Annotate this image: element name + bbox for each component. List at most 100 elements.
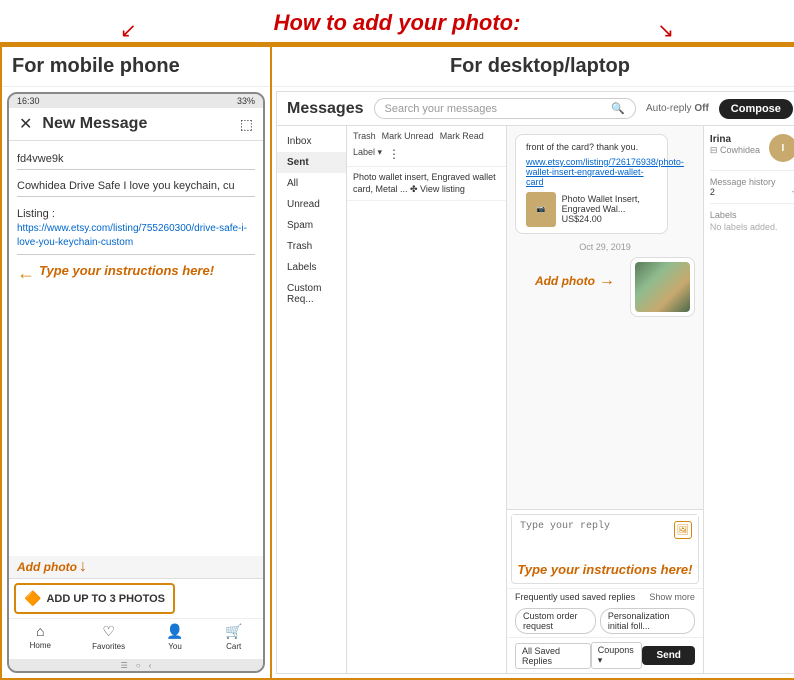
sidebar-item-trash[interactable]: Trash	[277, 236, 346, 257]
thread-messages: front of the card? thank you. www.etsy.c…	[507, 126, 703, 509]
mobile-time: 16:30	[17, 96, 40, 106]
tag-custom-order[interactable]: Custom order request	[515, 608, 596, 634]
panel-name: Irina	[710, 134, 760, 145]
header: ↙ How to add your photo: ↘	[0, 0, 794, 45]
reply-input[interactable]	[512, 515, 698, 555]
product-price: US$24.00	[562, 214, 657, 224]
compose-button[interactable]: Compose	[719, 99, 793, 119]
photo-message-area: Add photo →	[515, 257, 695, 325]
saved-replies-label: Frequently used saved replies	[515, 592, 635, 602]
mobile-content: fd4vwe9k Cowhidea Drive Safe I love you …	[9, 141, 263, 556]
all-saved-button[interactable]: All Saved Replies	[515, 643, 591, 669]
mobile-bottom-bar: 🔶 ADD UP TO 3 PHOTOS ⌂ Home ♡ Favorites	[9, 578, 263, 659]
camera-icon: 🔶	[24, 590, 41, 607]
instructions-label-right: Type your instructions here!	[517, 562, 692, 577]
heart-icon: ♡	[102, 623, 115, 640]
columns: For mobile phone 16:30 33% ✕ New Message…	[0, 45, 794, 680]
nav-favorites-label: Favorites	[92, 642, 125, 651]
mobile-status-bar: 16:30 33%	[9, 94, 263, 108]
sidebar-item-spam[interactable]: Spam	[277, 215, 346, 236]
messages-title: Messages	[287, 100, 364, 118]
nav-cart[interactable]: 🛒 Cart	[225, 623, 242, 651]
cart-icon: 🛒	[225, 623, 242, 640]
add-photo-arrow-icon: ↓	[79, 558, 87, 576]
product-card: 📷 Photo Wallet Insert, Engraved Wal... U…	[526, 192, 657, 227]
listing-link[interactable]: https://www.etsy.com/listing/755260300/d…	[17, 222, 255, 250]
message-date: Oct 29, 2019	[515, 242, 695, 252]
more-options-icon[interactable]: ⋮	[388, 147, 400, 161]
reply-box-wrapper: 🖼 Type your instructions here!	[511, 514, 699, 584]
send-button[interactable]: Send	[642, 646, 694, 665]
panel-divider-1	[710, 170, 794, 171]
recipient-value: fd4vwe9k	[17, 153, 63, 165]
message-list: Trash Mark Unread Mark Read Label ▾ ⋮ Ph…	[347, 126, 507, 673]
right-column: For desktop/laptop Messages Search your …	[272, 47, 794, 678]
product-info: Photo Wallet Insert, Engraved Wal... US$…	[562, 194, 657, 224]
tab-label[interactable]: Label ▾	[353, 147, 382, 161]
bottom-actions: All Saved Replies Coupons ▾ Send	[507, 637, 703, 673]
instructions-label-left: Type your instructions here!	[39, 263, 214, 278]
show-more-link[interactable]: Show more	[649, 592, 695, 602]
nav-you[interactable]: 👤 You	[166, 623, 183, 651]
compose-label: Compose	[731, 103, 781, 115]
mobile-home-indicator: ☰ ○ ‹	[9, 659, 263, 671]
right-panel: Irina ⊟ Cowhidea I Message history 2 +	[703, 126, 794, 673]
sidebar-item-custom[interactable]: Custom Req...	[277, 278, 346, 310]
tab-mark-read[interactable]: Mark Read	[440, 131, 484, 141]
coupons-button[interactable]: Coupons ▾	[591, 642, 643, 669]
nav-favorites[interactable]: ♡ Favorites	[92, 623, 125, 651]
menu-icon: ☰	[121, 661, 128, 670]
tab-trash[interactable]: Trash	[353, 131, 376, 141]
desktop-top-bar: Messages Search your messages 🔍 Auto-rep…	[277, 92, 794, 126]
nav-home[interactable]: ⌂ Home	[30, 623, 51, 651]
left-column: For mobile phone 16:30 33% ✕ New Message…	[2, 47, 272, 678]
recipient-field[interactable]: fd4vwe9k	[17, 149, 255, 170]
share-icon: ⬚	[240, 116, 253, 133]
sidebar-item-sent[interactable]: Sent	[277, 152, 346, 173]
add-photos-label: ADD UP TO 3 PHOTOS	[46, 593, 165, 605]
panel-user-info: Irina ⊟ Cowhidea	[710, 134, 760, 156]
sidebar-item-all[interactable]: All	[277, 173, 346, 194]
right-col-header: For desktop/laptop	[272, 47, 794, 87]
product-thumbnail: 📷	[526, 192, 556, 227]
instructions-area: ← Type your instructions here!	[17, 263, 255, 284]
search-icon: 🔍	[611, 102, 625, 115]
mobile-add-photo-area: Add photo ↓ 🔶 ADD UP TO 3 PHOTOS ⌂ Home	[9, 556, 263, 659]
tab-mark-unread[interactable]: Mark Unread	[382, 131, 434, 141]
mobile-nav-icons: ⌂ Home ♡ Favorites 👤 You	[9, 618, 263, 655]
desktop-content: Inbox Sent All Unread Spam Trash Labels …	[277, 126, 794, 673]
photo-attach-icon[interactable]: 🖼	[674, 521, 692, 539]
desktop-sidebar: Inbox Sent All Unread Spam Trash Labels …	[277, 126, 347, 673]
mobile-mockup: 16:30 33% ✕ New Message ⬚ fd4vwe9k Cowhi…	[7, 92, 265, 673]
nav-cart-label: Cart	[226, 642, 241, 651]
search-placeholder: Search your messages	[385, 103, 498, 115]
close-icon[interactable]: ✕	[19, 114, 32, 134]
nav-home-label: Home	[30, 641, 51, 650]
sidebar-item-unread[interactable]: Unread	[277, 194, 346, 215]
message-link[interactable]: www.etsy.com/listing/726176938/photo-wal…	[526, 157, 657, 187]
panel-divider-2	[710, 203, 794, 204]
mobile-nav-bar: ✕ New Message ⬚	[9, 108, 263, 141]
saved-reply-tags: Custom order request Personalization ini…	[507, 605, 703, 637]
sender-field[interactable]: Cowhidea Drive Safe I love you keychain,…	[17, 176, 255, 197]
sidebar-item-inbox[interactable]: Inbox	[277, 131, 346, 152]
panel-history-value: 2 +	[710, 187, 794, 197]
message-subject: Photo wallet insert, Engraved wallet car…	[353, 172, 496, 194]
message-thread: front of the card? thank you. www.etsy.c…	[507, 126, 703, 673]
auto-reply-label: Auto-reply Off	[646, 103, 709, 114]
sender-value: Cowhidea Drive Safe I love you keychain,…	[17, 180, 235, 192]
product-title: Photo Wallet Insert, Engraved Wal...	[562, 194, 657, 214]
search-box[interactable]: Search your messages 🔍	[374, 98, 636, 119]
instructions-arrow-icon: ←	[17, 263, 35, 284]
sidebar-item-labels[interactable]: Labels	[277, 257, 346, 278]
home-circle-icon: ○	[136, 661, 141, 670]
reply-box-area: 🖼 Type your instructions here! Frequentl…	[507, 509, 703, 673]
message-list-tabs: Trash Mark Unread Mark Read Label ▾ ⋮	[347, 126, 506, 167]
reply-input-container: 🖼	[512, 515, 698, 558]
desktop-mockup: Messages Search your messages 🔍 Auto-rep…	[276, 91, 794, 674]
message-preview[interactable]: Photo wallet insert, Engraved wallet car…	[347, 167, 506, 201]
add-photos-button[interactable]: 🔶 ADD UP TO 3 PHOTOS	[14, 583, 175, 614]
tag-personalization[interactable]: Personalization initial foll...	[600, 608, 695, 634]
left-col-title: For mobile phone	[12, 55, 180, 77]
nav-you-label: You	[168, 642, 182, 651]
